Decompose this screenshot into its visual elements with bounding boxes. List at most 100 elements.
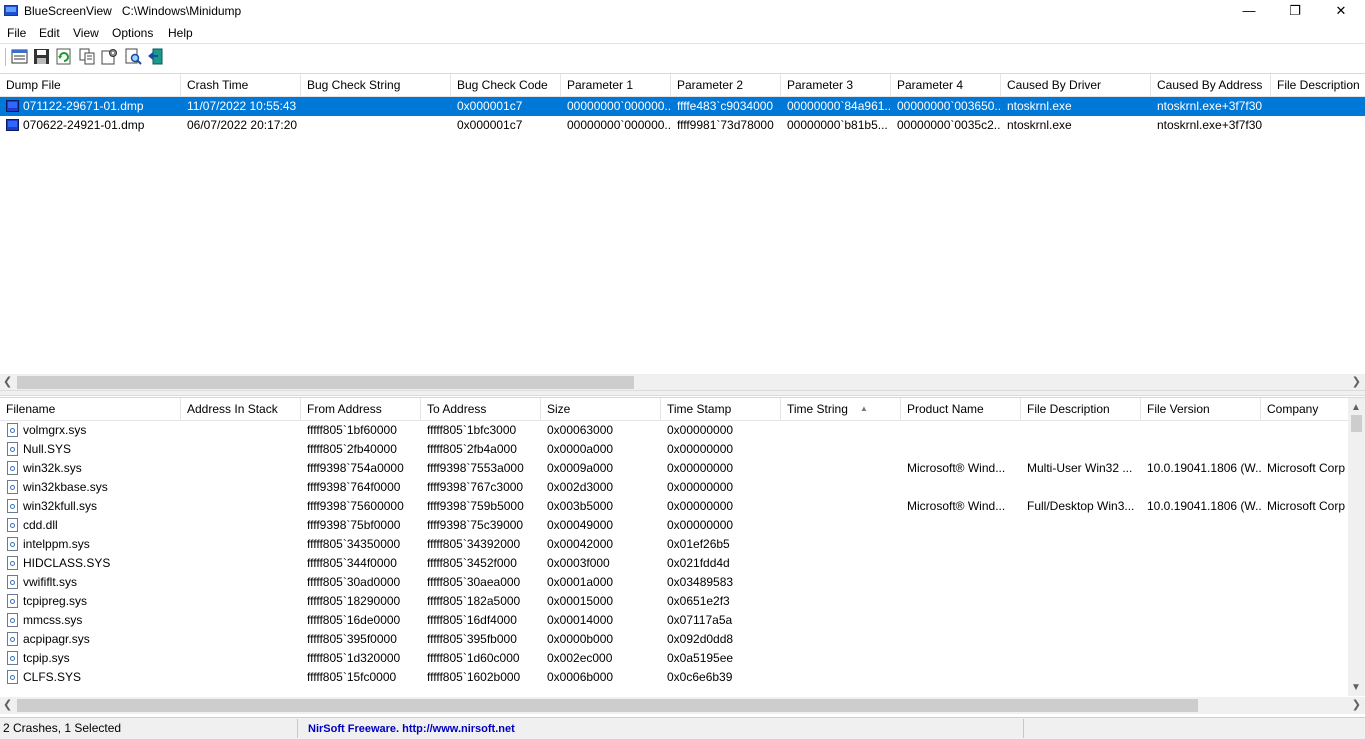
menu-options[interactable]: Options	[112, 26, 153, 40]
driver-row[interactable]: win32k.sys ffff9398`754a0000 ffff9398`7553…	[0, 459, 1365, 478]
driver-row[interactable]: vwififlt.sys fffff805`30ad0000 fffff805`30…	[0, 573, 1365, 592]
find-icon[interactable]	[125, 48, 142, 65]
driver-list-vertical-scrollbar[interactable]: ▲ ▼	[1348, 398, 1365, 696]
column-from-address[interactable]: From Address	[301, 398, 421, 420]
toolbar	[0, 44, 1365, 70]
options-icon[interactable]	[101, 48, 118, 65]
column-parameter-1[interactable]: Parameter 1	[561, 74, 671, 96]
exit-icon[interactable]	[147, 48, 164, 65]
product-name-cell	[901, 554, 1021, 573]
menu-view[interactable]: View	[73, 26, 99, 40]
refresh-icon[interactable]	[55, 48, 72, 65]
nirsoft-link-text[interactable]: NirSoft Freeware. http://www.nirsoft.net	[308, 723, 515, 735]
minimize-button[interactable]: —	[1226, 0, 1272, 24]
column-crash-time[interactable]: Crash Time	[181, 74, 301, 96]
file-description-cell	[1021, 630, 1141, 649]
column-product-name[interactable]: Product Name	[901, 398, 1021, 420]
column-size[interactable]: Size	[541, 398, 661, 420]
driver-row[interactable]: intelppm.sys fffff805`34350000 fffff805`34…	[0, 535, 1365, 554]
driver-row[interactable]: volmgrx.sys fffff805`1bf60000 fffff805`1bf…	[0, 421, 1365, 440]
menu-edit[interactable]: Edit	[39, 26, 60, 40]
scrollbar-thumb[interactable]	[1351, 415, 1362, 432]
address-in-stack-cell	[181, 630, 301, 649]
column-address-in-stack[interactable]: Address In Stack	[181, 398, 301, 420]
column-dump-file[interactable]: Dump File	[0, 74, 181, 96]
driver-row[interactable]: tcpipreg.sys fffff805`18290000 fffff805`18…	[0, 592, 1365, 611]
maximize-button[interactable]: ❐	[1272, 0, 1318, 24]
company-cell: Microsoft Corp	[1267, 499, 1346, 513]
column-caused-by-driver[interactable]: Caused By Driver	[1001, 74, 1151, 96]
file-description-cell	[1021, 649, 1141, 668]
menu-help[interactable]: Help	[168, 26, 193, 40]
properties-icon[interactable]	[11, 48, 28, 65]
column-time-string[interactable]: Time String	[781, 398, 901, 420]
crash-time-cell: 11/07/2022 10:55:43	[187, 99, 297, 113]
driver-row[interactable]: acpipagr.sys fffff805`395f0000 fffff805`39…	[0, 630, 1365, 649]
filename-cell: HIDCLASS.SYS	[23, 556, 111, 570]
driver-row[interactable]: win32kfull.sys ffff9398`75600000 ffff9398`…	[0, 497, 1365, 516]
column-bug-check-string[interactable]: Bug Check String	[301, 74, 451, 96]
crash-row[interactable]: 071122-29671-01.dmp 11/07/2022 10:55:43 …	[0, 97, 1365, 116]
filename-cell: win32kbase.sys	[23, 480, 108, 494]
column-parameter-4[interactable]: Parameter 4	[891, 74, 1001, 96]
pane-splitter[interactable]	[0, 390, 1365, 396]
column-parameter-2[interactable]: Parameter 2	[671, 74, 781, 96]
scroll-right-arrow-icon[interactable]: ❯	[1352, 375, 1361, 388]
column-bug-check-code[interactable]: Bug Check Code	[451, 74, 561, 96]
nirsoft-link[interactable]: NirSoft Freeware. http://www.nirsoft.net	[298, 719, 1024, 738]
scrollbar-thumb[interactable]	[17, 699, 1198, 712]
company-cell	[1261, 611, 1348, 630]
copy-icon[interactable]	[79, 48, 96, 65]
crash-row[interactable]: 070622-24921-01.dmp 06/07/2022 20:17:20 …	[0, 116, 1365, 135]
column-file-description[interactable]: File Description	[1021, 398, 1141, 420]
column-file-description[interactable]: File Description	[1271, 74, 1365, 96]
scroll-right-arrow-icon[interactable]: ❯	[1352, 698, 1361, 711]
to-address-cell: ffff9398`767c3000	[427, 480, 524, 494]
product-name-cell	[901, 611, 1021, 630]
crash-list-horizontal-scrollbar[interactable]: ❮ ❯	[0, 374, 1365, 390]
time-string-cell	[781, 592, 901, 611]
address-in-stack-cell	[181, 535, 301, 554]
scroll-down-arrow-icon[interactable]: ▼	[1351, 682, 1361, 693]
size-cell: 0x002d3000	[547, 480, 614, 494]
file-version-cell: 10.0.19041.1806 (W...	[1147, 461, 1261, 475]
address-in-stack-cell	[181, 611, 301, 630]
file-description-cell	[1021, 478, 1141, 497]
to-address-cell: ffff9398`75c39000	[427, 518, 524, 532]
column-to-address[interactable]: To Address	[421, 398, 541, 420]
scroll-up-arrow-icon[interactable]: ▲	[1351, 402, 1361, 413]
driver-row[interactable]: Null.SYS fffff805`2fb40000 fffff805`2fb4a0…	[0, 440, 1365, 459]
close-button[interactable]: ✕	[1318, 0, 1364, 24]
scroll-left-arrow-icon[interactable]: ❮	[3, 375, 12, 388]
to-address-cell: fffff805`30aea000	[427, 575, 521, 589]
scrollbar-thumb[interactable]	[17, 376, 634, 389]
menu-file[interactable]: File	[7, 26, 26, 40]
address-in-stack-cell	[181, 421, 301, 440]
crash-list[interactable]: Dump File Crash Time Bug Check String Bu…	[0, 73, 1365, 390]
scroll-left-arrow-icon[interactable]: ❮	[3, 698, 12, 711]
column-parameter-3[interactable]: Parameter 3	[781, 74, 891, 96]
driver-list[interactable]: Filename Address In Stack From Address T…	[0, 397, 1365, 714]
driver-row[interactable]: tcpip.sys fffff805`1d320000 fffff805`1d60c…	[0, 649, 1365, 668]
column-time-stamp[interactable]: Time Stamp	[661, 398, 781, 420]
driver-list-horizontal-scrollbar[interactable]: ❮ ❯	[0, 697, 1365, 714]
from-address-cell: fffff805`1d320000	[307, 651, 401, 665]
column-caused-by-address[interactable]: Caused By Address	[1151, 74, 1271, 96]
column-filename[interactable]: Filename	[0, 398, 181, 420]
driver-row[interactable]: CLFS.SYS fffff805`15fc0000 fffff805`1602b0…	[0, 668, 1365, 687]
parameter-1-cell: 00000000`000000...	[567, 118, 671, 132]
driver-row[interactable]: cdd.dll ffff9398`75bf0000 ffff9398`75c3900…	[0, 516, 1365, 535]
driver-row[interactable]: mmcss.sys fffff805`16de0000 fffff805`16df4…	[0, 611, 1365, 630]
file-description-cell	[1021, 592, 1141, 611]
driver-row[interactable]: HIDCLASS.SYS fffff805`344f0000 fffff805`34…	[0, 554, 1365, 573]
bug-check-string-cell	[301, 116, 451, 135]
driver-row[interactable]: win32kbase.sys ffff9398`764f0000 ffff9398`…	[0, 478, 1365, 497]
caused-by-address-cell: ntoskrnl.exe+3f7f30	[1157, 99, 1263, 113]
time-stamp-cell: 0x0a5195ee	[667, 651, 734, 665]
column-file-version[interactable]: File Version	[1141, 398, 1261, 420]
column-company[interactable]: Company	[1261, 398, 1348, 420]
save-icon[interactable]	[33, 48, 50, 65]
address-in-stack-cell	[181, 440, 301, 459]
to-address-cell: fffff805`2fb4a000	[427, 442, 517, 456]
file-description-cell	[1021, 611, 1141, 630]
